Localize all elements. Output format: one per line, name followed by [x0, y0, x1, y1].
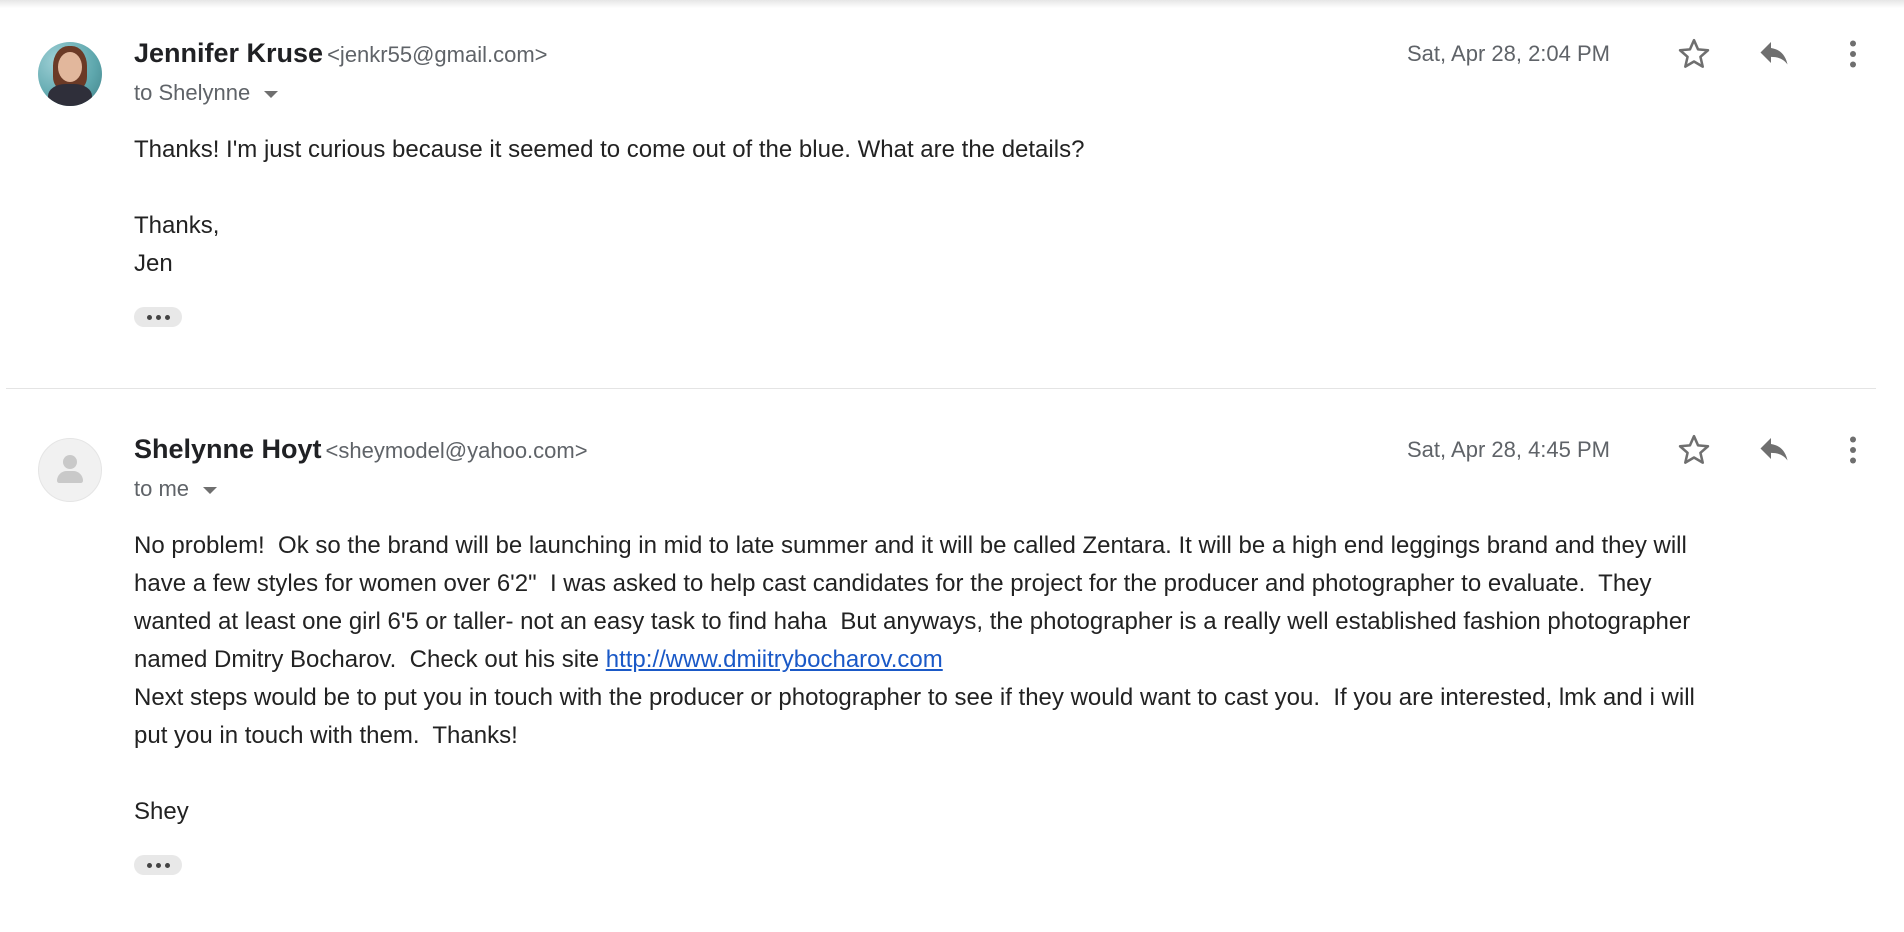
- dot-icon: [146, 862, 152, 868]
- body-line: Thanks! I'm just curious because it seem…: [134, 136, 1085, 163]
- sender-name[interactable]: Shelynne Hoyt: [134, 434, 322, 464]
- body-line: have a few styles for women over 6'2" I …: [134, 570, 1652, 597]
- body-line: Next steps would be to put you in touch …: [134, 684, 1695, 711]
- body-line: [134, 169, 1854, 207]
- star-outline-icon: [1678, 38, 1710, 68]
- sender-header: Jennifer Kruse <jenkr55@gmail.com>: [134, 38, 548, 69]
- more-options-button[interactable]: [1831, 428, 1875, 472]
- message-date: Sat, Apr 28, 2:04 PM: [1407, 41, 1611, 66]
- more-vertical-icon: [1850, 40, 1856, 68]
- body-line-text: named Dmitry Bocharov. Check out his sit…: [134, 646, 606, 673]
- dot-icon: [164, 862, 170, 868]
- recipient-details-toggle[interactable]: to me: [134, 476, 218, 502]
- header-shadow: [0, 0, 1904, 8]
- dot-icon: [146, 314, 152, 320]
- more-options-button[interactable]: [1831, 32, 1875, 76]
- sender-header: Shelynne Hoyt <sheymodel@yahoo.com>: [134, 434, 588, 465]
- star-button[interactable]: [1672, 32, 1716, 76]
- body-line: No problem! Ok so the brand will be laun…: [134, 532, 1687, 559]
- body-line: [134, 755, 1854, 793]
- reply-arrow-icon: [1760, 42, 1788, 65]
- show-trimmed-content-button[interactable]: [134, 307, 182, 327]
- body-line: put you in touch with them. Thanks!: [134, 722, 518, 749]
- body-line-with-link: named Dmitry Bocharov. Check out his sit…: [134, 641, 1854, 679]
- recipient-details-toggle[interactable]: to Shelynne: [134, 80, 279, 106]
- body-line: Thanks,: [134, 212, 220, 239]
- star-outline-icon: [1678, 434, 1710, 464]
- sender-name[interactable]: Jennifer Kruse: [134, 38, 323, 68]
- more-vertical-icon: [1850, 436, 1856, 464]
- message-date: Sat, Apr 28, 4:45 PM: [1407, 437, 1611, 462]
- dot-icon: [164, 314, 170, 320]
- message-body: Thanks! I'm just curious because it seem…: [134, 131, 1854, 283]
- recipient-label: to Shelynne: [134, 80, 251, 105]
- dot-icon: [155, 314, 161, 320]
- reply-arrow-icon: [1760, 438, 1788, 461]
- person-body-shape: [57, 471, 83, 483]
- show-trimmed-content-button[interactable]: [134, 855, 182, 875]
- sender-email[interactable]: <jenkr55@gmail.com>: [327, 42, 547, 67]
- recipient-label: to me: [134, 476, 190, 501]
- sender-email[interactable]: <sheymodel@yahoo.com>: [326, 438, 588, 463]
- person-head-shape: [63, 455, 77, 469]
- sender-avatar-placeholder[interactable]: [38, 438, 102, 502]
- sender-avatar[interactable]: [38, 42, 102, 106]
- reply-button[interactable]: [1752, 32, 1796, 76]
- body-line: wanted at least one girl 6'5 or taller- …: [134, 608, 1691, 635]
- photographer-site-link[interactable]: http://www.dmiitrybocharov.com: [606, 646, 943, 673]
- dot-icon: [155, 862, 161, 868]
- message-body: No problem! Ok so the brand will be laun…: [134, 527, 1854, 831]
- message-divider: [6, 388, 1876, 389]
- caret-down-icon[interactable]: [203, 486, 218, 494]
- reply-button[interactable]: [1752, 428, 1796, 472]
- signature: Shey: [134, 798, 189, 825]
- body-line: Jen: [134, 250, 173, 277]
- star-button[interactable]: [1672, 428, 1716, 472]
- caret-down-icon[interactable]: [264, 90, 279, 98]
